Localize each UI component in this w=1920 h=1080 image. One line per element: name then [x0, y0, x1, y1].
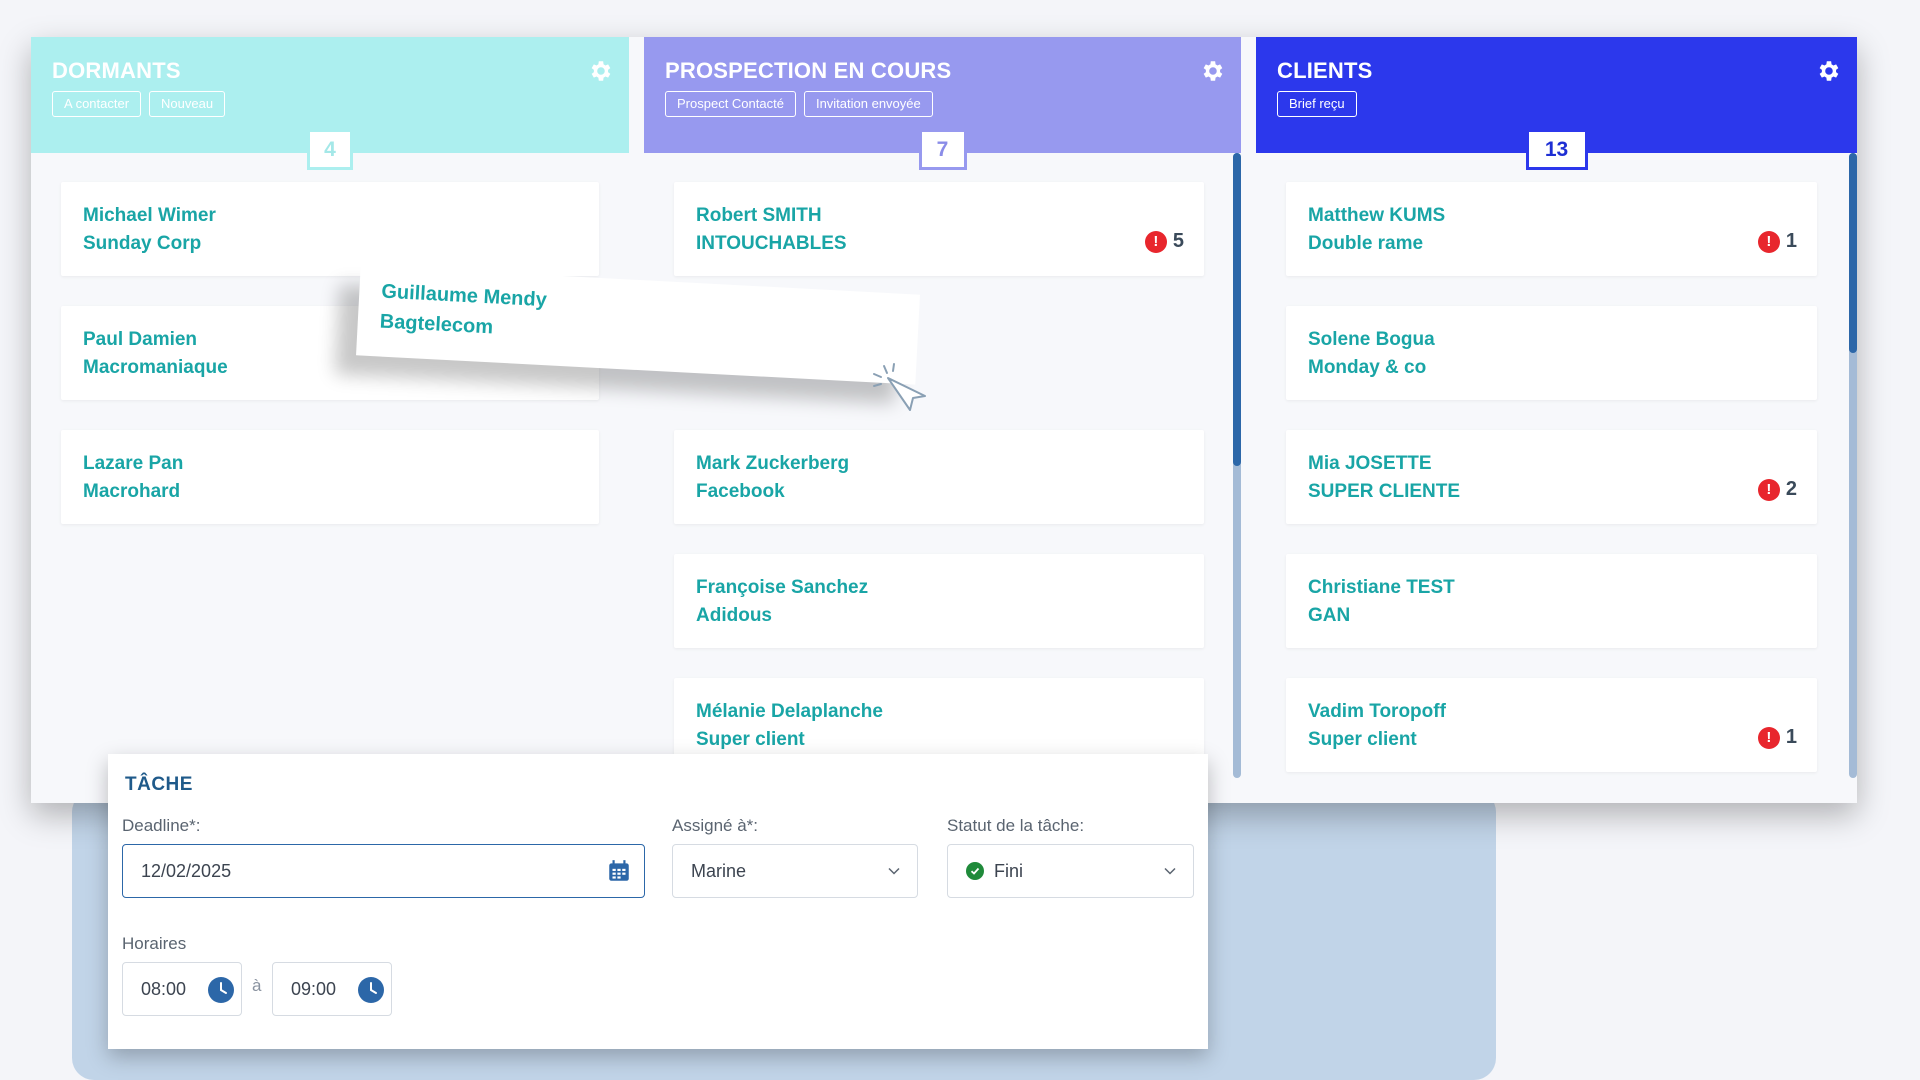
contact-card[interactable]: Lazare Pan Macrohard [61, 430, 599, 524]
contact-name: Robert SMITH [696, 205, 822, 226]
column-header: CLIENTS Brief reçu 13 [1256, 37, 1857, 170]
column-dormants: DORMANTS A contacter Nouveau 4 Michael W… [31, 37, 629, 803]
column-title: PROSPECTION EN COURS [665, 58, 952, 83]
contact-card[interactable]: Vadim Toropoff Super client ! 1 [1286, 678, 1817, 772]
status-select[interactable]: Fini [947, 844, 1194, 898]
alert-number: 2 [1785, 478, 1797, 500]
start-time-value: 08:00 [141, 978, 187, 999]
contact-card[interactable]: Christiane TEST GAN [1286, 554, 1817, 648]
alert-icon: ! [1144, 230, 1167, 253]
contact-company: SUPER CLIENTE [1308, 481, 1461, 502]
column-title: DORMANTS [52, 58, 181, 83]
contact-company: Sunday Corp [83, 233, 202, 254]
contact-card[interactable]: Françoise Sanchez Adidous [674, 554, 1204, 648]
contact-name: Michael Wimer [83, 205, 216, 226]
contact-company: INTOUCHABLES [696, 233, 847, 254]
contact-card[interactable]: Michael Wimer Sunday Corp [61, 182, 599, 276]
alert-icon: ! [1757, 230, 1780, 253]
chevron-down-icon [888, 867, 900, 875]
scrollbar-thumb[interactable] [1233, 153, 1241, 466]
card-list: Michael Wimer Sunday Corp Paul Damien Ma… [61, 182, 599, 554]
assigned-label: Assigné à*: [672, 816, 758, 835]
card-list: Robert SMITH INTOUCHABLES ! 5 Mark Zucke… [674, 182, 1204, 802]
contact-name: Matthew KUMS [1308, 205, 1446, 226]
column-header: DORMANTS A contacter Nouveau 4 [31, 37, 629, 170]
status-label: Statut de la tâche: [947, 816, 1085, 835]
scrollbar-thumb[interactable] [1849, 153, 1857, 353]
column-tags: Prospect Contacté Invitation envoyée [665, 91, 1220, 117]
contact-card[interactable]: Matthew KUMS Double rame ! 1 [1286, 182, 1817, 276]
contact-company: Super client [696, 729, 805, 750]
deadline-value: 12/02/2025 [141, 860, 232, 881]
column-scrollbar[interactable] [1233, 153, 1241, 778]
contact-company: Super client [1308, 729, 1417, 750]
deadline-label: Deadline*: [122, 816, 201, 835]
column-header: PROSPECTION EN COURS Prospect Contacté I… [644, 37, 1241, 170]
contact-company: Macrohard [83, 481, 181, 502]
end-time-value: 09:00 [291, 978, 337, 999]
time-separator: à [252, 976, 262, 995]
contact-name: Françoise Sanchez [696, 577, 869, 598]
alert-number: 1 [1785, 726, 1797, 748]
tag-invitation-envoyee[interactable]: Invitation envoyée [803, 91, 933, 117]
contact-card[interactable]: Mark Zuckerberg Facebook [674, 430, 1204, 524]
contact-company: Monday & co [1308, 357, 1427, 378]
count-badge: 4 [307, 129, 353, 170]
contact-name: Mark Zuckerberg [696, 453, 850, 474]
contact-name: Lazare Pan [83, 453, 184, 474]
check-circle-icon [966, 862, 984, 880]
alert-count: ! 1 [1757, 726, 1797, 749]
gear-icon[interactable] [1815, 58, 1841, 84]
contact-name: Christiane TEST [1308, 577, 1455, 598]
gear-icon[interactable] [1199, 58, 1225, 84]
contact-company: GAN [1308, 605, 1351, 626]
column-tags: Brief reçu [1277, 91, 1836, 117]
clock-icon[interactable] [207, 976, 235, 1004]
task-panel: TÂCHE Deadline*: 12/02/2025 Assigné à*: … [108, 754, 1208, 1049]
count-badge: 7 [918, 129, 967, 170]
status-value: Fini [994, 860, 1024, 881]
contact-name: Solene Bogua [1308, 329, 1435, 350]
task-title: TÂCHE [125, 774, 193, 795]
tag-a-contacter[interactable]: A contacter [52, 91, 142, 117]
column-clients: CLIENTS Brief reçu 13 Matthew KUMS Doubl… [1256, 37, 1857, 803]
end-time-input[interactable]: 09:00 [272, 962, 392, 1016]
calendar-icon[interactable] [606, 858, 632, 884]
alert-number: 5 [1172, 230, 1184, 252]
deadline-input[interactable]: 12/02/2025 [122, 844, 645, 898]
chevron-down-icon [1164, 867, 1176, 875]
column-prospection: PROSPECTION EN COURS Prospect Contacté I… [644, 37, 1241, 803]
alert-count: ! 5 [1144, 230, 1184, 253]
contact-company: Adidous [696, 605, 772, 626]
column-title: CLIENTS [1277, 58, 1373, 83]
alert-icon: ! [1757, 478, 1780, 501]
clock-icon[interactable] [357, 976, 385, 1004]
contact-name: Vadim Toropoff [1308, 701, 1446, 722]
contact-name: Mia JOSETTE [1308, 453, 1432, 474]
assigned-value: Marine [691, 860, 747, 881]
cursor-click-icon [873, 363, 926, 411]
tag-nouveau[interactable]: Nouveau [149, 91, 226, 117]
assigned-select[interactable]: Marine [672, 844, 918, 898]
gear-icon[interactable] [587, 58, 613, 84]
contact-company: Facebook [696, 481, 785, 502]
hours-label: Horaires [122, 934, 187, 953]
contact-card[interactable]: Mia JOSETTE SUPER CLIENTE ! 2 [1286, 430, 1817, 524]
contact-card[interactable]: Solene Bogua Monday & co [1286, 306, 1817, 400]
contact-card[interactable]: Robert SMITH INTOUCHABLES ! 5 [674, 182, 1204, 276]
alert-icon: ! [1757, 726, 1780, 749]
tag-prospect-contacte[interactable]: Prospect Contacté [665, 91, 796, 117]
kanban-board: DORMANTS A contacter Nouveau 4 Michael W… [31, 37, 1857, 803]
card-list: Matthew KUMS Double rame ! 1 Solene Bogu… [1286, 182, 1817, 802]
column-scrollbar[interactable] [1849, 153, 1857, 778]
start-time-input[interactable]: 08:00 [122, 962, 242, 1016]
alert-count: ! 2 [1757, 478, 1797, 501]
count-badge: 13 [1525, 129, 1588, 170]
contact-company: Double rame [1308, 233, 1424, 254]
column-tags: A contacter Nouveau [52, 91, 608, 117]
alert-count: ! 1 [1757, 230, 1797, 253]
tag-brief-recu[interactable]: Brief reçu [1277, 91, 1357, 117]
alert-number: 1 [1785, 230, 1797, 252]
contact-name: Mélanie Delaplanche [696, 701, 883, 722]
